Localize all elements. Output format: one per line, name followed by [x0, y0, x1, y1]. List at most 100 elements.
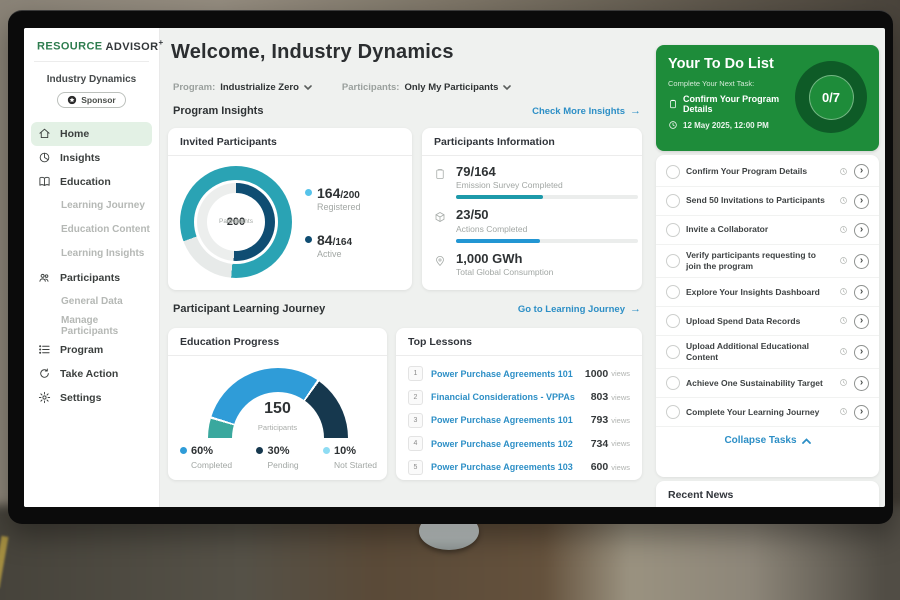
lesson-link[interactable]: Power Purchase Agreements 101: [431, 415, 591, 425]
chevron-right-button[interactable]: ›: [854, 285, 869, 300]
sidebar-item-learning-journey[interactable]: Learning Journey: [24, 194, 159, 218]
checkbox-circle[interactable]: [666, 285, 680, 299]
chevron-right-button[interactable]: ›: [854, 314, 869, 329]
chevron-right-button[interactable]: ›: [854, 376, 869, 391]
todo-item-label: Upload Spend Data Records: [686, 316, 833, 327]
education-progress-card: Education Progress 150 Participants 60%C…: [168, 328, 387, 480]
lesson-rank: 5: [408, 460, 423, 475]
checkbox-circle[interactable]: [666, 345, 680, 359]
checkbox-circle[interactable]: [666, 376, 680, 390]
sidebar-item-general-data[interactable]: General Data: [24, 290, 159, 314]
lesson-rank: 2: [408, 390, 423, 405]
gauge-legend-item-not-started: 10%Not Started: [323, 441, 377, 470]
lesson-rank: 3: [408, 413, 423, 428]
checkbox-circle[interactable]: [666, 405, 680, 419]
check-more-insights-link[interactable]: Check More Insights→: [532, 105, 641, 117]
chevron-right-button[interactable]: ›: [854, 405, 869, 420]
sponsor-icon: [67, 95, 77, 105]
sidebar-item-education-content[interactable]: Education Content: [24, 218, 159, 242]
program-filter-value: Industrialize Zero: [220, 82, 299, 93]
todo-progress-value: 0/7: [809, 75, 854, 120]
top-lessons-title: Top Lessons: [396, 328, 642, 356]
due-date-label: 12 May 2025, 12:00 PM: [683, 121, 769, 130]
todo-item-label: Complete Your Learning Journey: [686, 407, 833, 418]
participants-filter-dropdown[interactable]: Participants: Only My Participants: [342, 78, 512, 96]
clock-icon: [839, 192, 848, 210]
sidebar-item-home[interactable]: Home: [31, 122, 152, 146]
metric-value: 23/50: [456, 208, 638, 222]
invited-participants-title: Invited Participants: [168, 128, 412, 156]
lesson-row: 1Power Purchase Agreements 1011000views: [408, 362, 630, 385]
lesson-views-value: 803: [591, 391, 609, 403]
lesson-views-value: 600: [591, 461, 609, 473]
sidebar-item-label: Education: [60, 176, 111, 188]
sidebar-item-take-action[interactable]: Take Action: [24, 362, 159, 386]
todo-item-label: Send 50 Invitations to Participants: [686, 195, 833, 206]
checkbox-circle[interactable]: [666, 314, 680, 328]
home-icon: [38, 127, 52, 140]
info-metric-total-global-consumption: 1,000 GWhTotal Global Consumption: [434, 252, 630, 277]
sidebar-item-program[interactable]: Program: [24, 338, 159, 362]
sidebar-item-participants[interactable]: Participants: [24, 266, 159, 290]
chevron-right-button[interactable]: ›: [854, 164, 869, 179]
legend-label: Pending: [267, 460, 298, 470]
sidebar-item-label: Program: [60, 344, 103, 356]
monitor-bezel: RESOURCEADVISOR+ Industry Dynamics Spons…: [8, 10, 893, 524]
top-lessons-list: 1Power Purchase Agreements 1011000views2…: [396, 356, 642, 479]
clock-icon: [839, 221, 848, 239]
lesson-row: 2 Financial Considerations - VPPAs803view…: [408, 385, 630, 408]
lesson-link[interactable]: Financial Considerations - VPPAs: [431, 392, 591, 402]
sidebar-item-label: Learning Journey: [61, 200, 145, 211]
gauge-legend: 60%Completed30%Pending10%Not Started: [180, 441, 377, 470]
lesson-views-value: 734: [591, 438, 609, 450]
check-more-insights-label: Check More Insights: [532, 106, 625, 117]
brand-secondary: ADVISOR: [106, 41, 159, 53]
sponsor-badge-label: Sponsor: [81, 95, 115, 105]
sidebar-item-learning-insights[interactable]: Learning Insights: [24, 242, 159, 266]
checkbox-circle[interactable]: [666, 254, 680, 268]
donut-legend-item-registered: 164/200Registered: [305, 185, 361, 212]
legend-label: Active: [317, 249, 361, 259]
checkbox-circle[interactable]: [666, 223, 680, 237]
sidebar-item-education[interactable]: Education: [24, 170, 159, 194]
chevron-right-button[interactable]: ›: [854, 345, 869, 360]
sponsor-badge: Sponsor: [57, 92, 125, 108]
chevron-right-button[interactable]: ›: [854, 254, 869, 269]
lesson-rank: 4: [408, 436, 423, 451]
lesson-link[interactable]: Power Purchase Agreements 101: [431, 369, 585, 379]
lesson-row: 3Power Purchase Agreements 101793views: [408, 409, 630, 432]
learning-journey-header: Participant Learning Journey Go to Learn…: [173, 303, 641, 315]
clock-icon: [668, 120, 678, 130]
program-insights-title: Program Insights: [173, 105, 263, 117]
collapse-tasks-button[interactable]: Collapse Tasks: [656, 426, 879, 452]
sidebar-item-insights[interactable]: Insights: [24, 146, 159, 170]
progress-bar-fill: [456, 239, 540, 243]
metric-label: Actions Completed: [456, 224, 638, 234]
todo-item-label: Confirm Your Program Details: [686, 166, 833, 177]
checkbox-circle[interactable]: [666, 194, 680, 208]
clipboard-icon: [668, 99, 678, 109]
sidebar-item-settings[interactable]: Settings: [24, 386, 159, 410]
clipboard-icon: [434, 165, 448, 199]
sidebar-item-manage-participants[interactable]: Manage Participants: [24, 314, 159, 338]
todo-item-upload-additional-educational-content: Upload Additional Educational Content›: [656, 335, 879, 368]
take-action-icon: [38, 367, 52, 380]
chevron-down-icon: [503, 78, 511, 96]
lesson-link[interactable]: Power Purchase Agreements 103: [431, 462, 591, 472]
app-logo: RESOURCEADVISOR+: [24, 28, 159, 61]
legend-value: 60%: [191, 445, 213, 457]
lesson-views-suffix: views: [611, 393, 630, 402]
chevron-right-button[interactable]: ›: [854, 223, 869, 238]
checkbox-circle[interactable]: [666, 165, 680, 179]
go-to-learning-journey-link[interactable]: Go to Learning Journey→: [518, 303, 641, 315]
education-progress-title: Education Progress: [168, 328, 387, 356]
program-filter-dropdown[interactable]: Program: Industrialize Zero: [173, 78, 312, 96]
participants-filter-value: Only My Participants: [404, 82, 498, 93]
todo-list: Confirm Your Program Details › Send 50 Inv…: [656, 157, 879, 426]
chevron-right-button[interactable]: ›: [854, 194, 869, 209]
box-icon: [434, 208, 448, 242]
lesson-link[interactable]: Power Purchase Agreements 102: [431, 439, 591, 449]
app-window: RESOURCEADVISOR+ Industry Dynamics Spons…: [24, 28, 885, 507]
metric-label: Total Global Consumption: [456, 267, 553, 277]
todo-item-label: Explore Your Insights Dashboard: [686, 287, 833, 298]
